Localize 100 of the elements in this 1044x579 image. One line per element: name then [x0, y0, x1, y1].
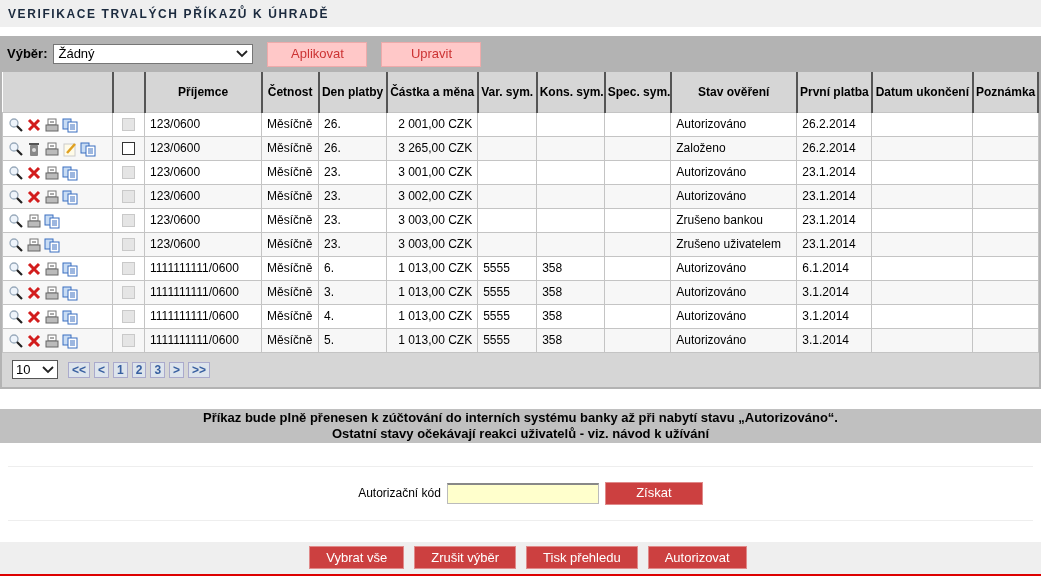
magnifier-icon[interactable] — [8, 188, 24, 205]
table-cell: Měsíčně — [261, 256, 319, 280]
table-cell: 1 013,00 CZK — [386, 256, 478, 280]
copy-icon[interactable] — [44, 236, 60, 253]
table-cell: Zrušeno uživatelem — [670, 232, 797, 256]
printer-icon[interactable] — [44, 116, 60, 133]
table-cell: 1111111111/0600 — [144, 304, 262, 328]
pager-link[interactable]: 2 — [131, 361, 147, 378]
printer-icon[interactable] — [44, 140, 60, 157]
pager-link[interactable]: 1 — [113, 361, 128, 378]
column-header[interactable]: Částka a měna — [386, 72, 478, 112]
footer-button[interactable]: Vybrat vše — [309, 546, 405, 569]
toolbar-button[interactable]: Aplikovat — [267, 41, 368, 67]
delete-icon[interactable] — [26, 284, 42, 301]
column-header[interactable]: Spec. sym. — [604, 72, 671, 112]
copy-icon[interactable] — [44, 212, 60, 229]
pager-link[interactable]: < — [94, 361, 110, 378]
pencil-icon[interactable] — [62, 140, 78, 157]
table-cell: 6. — [318, 256, 387, 280]
column-header[interactable]: Datum ukončení — [871, 72, 973, 112]
table-cell: 358 — [536, 304, 605, 328]
magnifier-icon[interactable] — [8, 284, 24, 301]
notice-text: Ostatní stavy očekávají reakci uživatelů - viz. návod k užívání — [330, 425, 711, 442]
table-cell: 123/0600 — [144, 136, 262, 160]
column-header[interactable]: Den platby — [318, 72, 387, 112]
column-header[interactable]: Četnost — [261, 72, 319, 112]
printer-icon[interactable] — [44, 260, 60, 277]
copy-icon[interactable] — [62, 332, 78, 349]
toolbar-button[interactable]: Upravit — [381, 41, 482, 67]
table-cell: 6.1.2014 — [796, 256, 872, 280]
table-cell: 1111111111/0600 — [144, 328, 262, 352]
table-cell: 3 003,00 CZK — [386, 208, 478, 232]
trash-icon[interactable] — [26, 140, 42, 157]
table-cell: 2 001,00 CZK — [386, 112, 478, 136]
page-size-dropdown[interactable]: 10 — [12, 360, 58, 379]
footer-button[interactable]: Autorizovat — [647, 546, 747, 569]
pager-link[interactable]: 3 — [150, 361, 166, 378]
column-header[interactable]: Poznámka — [972, 72, 1038, 112]
magnifier-icon[interactable] — [8, 308, 24, 325]
table-cell: 123/0600 — [144, 112, 262, 136]
delete-icon[interactable] — [26, 188, 42, 205]
selection-dropdown[interactable]: Žádný — [53, 44, 254, 64]
table-cell: Měsíčně — [261, 112, 319, 136]
column-header[interactable]: První platba — [796, 72, 872, 112]
magnifier-icon[interactable] — [8, 140, 24, 157]
copy-icon[interactable] — [62, 164, 78, 181]
printer-icon[interactable] — [26, 236, 42, 253]
copy-icon[interactable] — [80, 140, 96, 157]
caret-icon — [42, 365, 54, 374]
printer-icon[interactable] — [44, 164, 60, 181]
table-cell: 123/0600 — [144, 208, 262, 232]
copy-icon[interactable] — [62, 308, 78, 325]
table-cell: 23.1.2014 — [796, 160, 872, 184]
table-cell: Autorizováno — [670, 184, 797, 208]
magnifier-icon[interactable] — [8, 212, 24, 229]
row-checkbox[interactable] — [122, 141, 136, 155]
caret-icon — [236, 50, 249, 58]
table-cell: Založeno — [670, 136, 797, 160]
table-cell: Autorizováno — [670, 256, 797, 280]
magnifier-icon[interactable] — [8, 236, 24, 253]
footer-button[interactable]: Zrušit výběr — [414, 546, 517, 569]
table-cell: 3 002,00 CZK — [386, 184, 478, 208]
magnifier-icon[interactable] — [8, 164, 24, 181]
magnifier-icon[interactable] — [8, 260, 24, 277]
auth-code-field[interactable] — [446, 482, 599, 504]
column-header[interactable]: Var. sym. — [477, 72, 537, 112]
table-cell: 4. — [318, 304, 387, 328]
magnifier-icon[interactable] — [8, 332, 24, 349]
printer-icon[interactable] — [44, 188, 60, 205]
pager-link[interactable]: >> — [188, 361, 211, 378]
copy-icon[interactable] — [62, 260, 78, 277]
table-cell: 358 — [536, 256, 605, 280]
delete-icon[interactable] — [26, 164, 42, 181]
table-cell: 5555 — [477, 304, 537, 328]
table-cell: Měsíčně — [261, 304, 319, 328]
get-code-button[interactable]: Získat — [604, 481, 703, 505]
table-cell: Autorizováno — [670, 160, 797, 184]
magnifier-icon[interactable] — [8, 116, 24, 133]
column-header[interactable]: Příjemce — [144, 72, 262, 112]
pager-link[interactable]: << — [68, 361, 90, 378]
copy-icon[interactable] — [62, 188, 78, 205]
column-header[interactable]: Stav ověření — [670, 72, 797, 112]
table-cell: Autorizováno — [670, 328, 797, 352]
delete-icon[interactable] — [26, 332, 42, 349]
table-cell: 3 003,00 CZK — [386, 232, 478, 256]
table-cell: 1111111111/0600 — [144, 280, 262, 304]
footer-button[interactable]: Tisk přehledu — [526, 546, 638, 569]
printer-icon[interactable] — [44, 284, 60, 301]
delete-icon[interactable] — [26, 260, 42, 277]
table-cell: Měsíčně — [261, 160, 319, 184]
table-cell: Zrušeno bankou — [670, 208, 797, 232]
delete-icon[interactable] — [26, 116, 42, 133]
column-header[interactable]: Kons. sym. — [536, 72, 605, 112]
copy-icon[interactable] — [62, 116, 78, 133]
copy-icon[interactable] — [62, 284, 78, 301]
delete-icon[interactable] — [26, 308, 42, 325]
printer-icon[interactable] — [44, 332, 60, 349]
printer-icon[interactable] — [44, 308, 60, 325]
printer-icon[interactable] — [26, 212, 42, 229]
pager-link[interactable]: > — [169, 361, 185, 378]
